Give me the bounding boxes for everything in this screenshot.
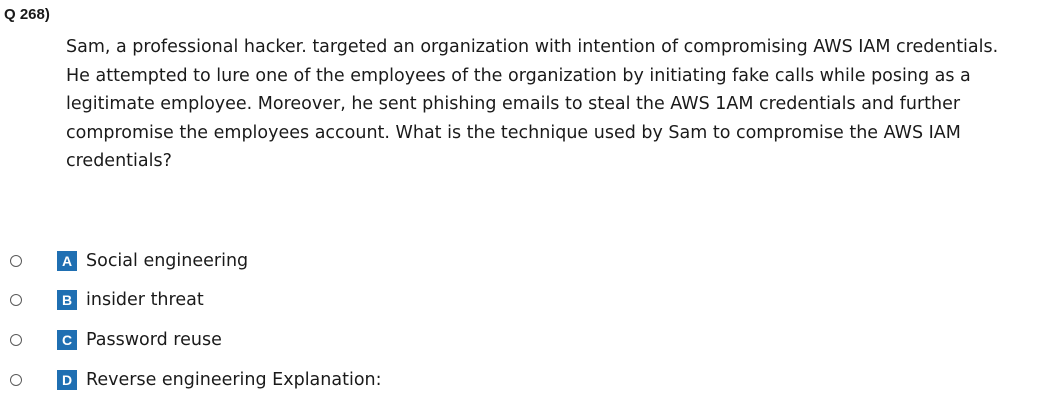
option-a[interactable]: A Social engineering [10,248,248,274]
option-label: Password reuse [86,330,222,350]
radio-button-b[interactable] [10,294,22,306]
option-label: Social engineering [86,251,249,271]
option-b[interactable]: B insider threat [10,287,204,313]
option-c[interactable]: C Password reuse [10,327,222,353]
radio-button-d[interactable] [10,374,22,386]
question-number: Q 268) [4,6,50,23]
option-letter-badge: A [57,251,77,271]
option-letter-badge: B [57,290,77,310]
option-d[interactable]: D Reverse engineering Explanation: [10,367,382,393]
radio-button-c[interactable] [10,334,22,346]
radio-button-a[interactable] [10,255,22,267]
option-letter-badge: D [57,370,77,390]
option-label: Reverse engineering Explanation: [86,370,382,390]
question-text: Sam, a professional hacker. targeted an … [66,37,999,171]
option-label: insider threat [86,290,204,310]
option-letter-badge: C [57,330,77,350]
